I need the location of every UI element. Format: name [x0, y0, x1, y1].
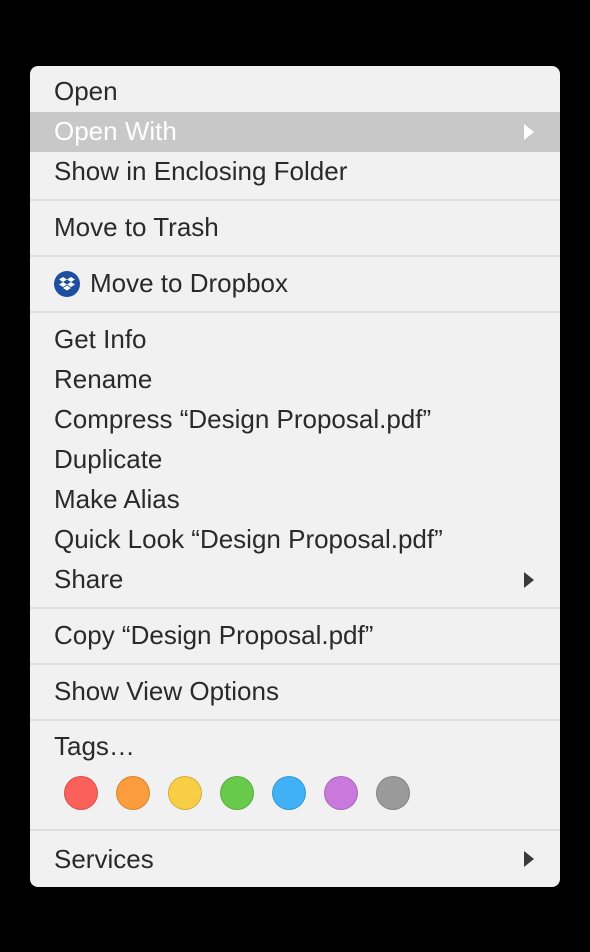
- menu-separator: [30, 663, 560, 665]
- menu-item-move-to-dropbox[interactable]: Move to Dropbox: [30, 264, 560, 304]
- tag-dot-red[interactable]: [64, 776, 98, 810]
- menu-item-label: Quick Look “Design Proposal.pdf”: [54, 524, 536, 555]
- tags-row: [54, 776, 536, 810]
- tags-section: Tags…: [30, 728, 560, 822]
- menu-item-open[interactable]: Open: [30, 72, 560, 112]
- menu-item-label: Show View Options: [54, 676, 536, 707]
- menu-item-share[interactable]: Share: [30, 560, 560, 600]
- menu-item-label: Rename: [54, 364, 536, 395]
- menu-item-copy[interactable]: Copy “Design Proposal.pdf”: [30, 616, 560, 656]
- menu-item-label: Share: [54, 564, 522, 595]
- menu-separator: [30, 311, 560, 313]
- menu-item-show-in-folder[interactable]: Show in Enclosing Folder: [30, 152, 560, 192]
- menu-item-label: Move to Dropbox: [90, 268, 536, 299]
- menu-item-label: Open: [54, 76, 536, 107]
- menu-item-services[interactable]: Services: [30, 838, 560, 881]
- menu-item-open-with[interactable]: Open With: [30, 112, 560, 152]
- menu-item-tags[interactable]: Tags…: [54, 731, 536, 762]
- menu-separator: [30, 719, 560, 721]
- tag-dot-yellow[interactable]: [168, 776, 202, 810]
- chevron-right-icon: [522, 850, 536, 868]
- chevron-right-icon: [522, 571, 536, 589]
- menu-item-move-to-trash[interactable]: Move to Trash: [30, 208, 560, 248]
- menu-item-label: Copy “Design Proposal.pdf”: [54, 620, 536, 651]
- menu-item-rename[interactable]: Rename: [30, 360, 560, 400]
- tag-dot-blue[interactable]: [272, 776, 306, 810]
- menu-item-label: Move to Trash: [54, 212, 536, 243]
- menu-item-label: Make Alias: [54, 484, 536, 515]
- dropbox-icon: [54, 271, 80, 297]
- tag-dot-gray[interactable]: [376, 776, 410, 810]
- menu-separator: [30, 255, 560, 257]
- chevron-right-icon: [522, 123, 536, 141]
- menu-item-label: Get Info: [54, 324, 536, 355]
- tag-dot-purple[interactable]: [324, 776, 358, 810]
- menu-item-make-alias[interactable]: Make Alias: [30, 480, 560, 520]
- context-menu: Open Open With Show in Enclosing Folder …: [30, 66, 560, 887]
- tag-dot-orange[interactable]: [116, 776, 150, 810]
- menu-separator: [30, 607, 560, 609]
- menu-separator: [30, 199, 560, 201]
- menu-item-get-info[interactable]: Get Info: [30, 320, 560, 360]
- menu-item-label: Services: [54, 844, 522, 875]
- menu-item-label: Open With: [54, 116, 522, 147]
- menu-item-show-view-options[interactable]: Show View Options: [30, 672, 560, 712]
- menu-item-label: Show in Enclosing Folder: [54, 156, 536, 187]
- menu-item-label: Compress “Design Proposal.pdf”: [54, 404, 536, 435]
- tag-dot-green[interactable]: [220, 776, 254, 810]
- menu-item-duplicate[interactable]: Duplicate: [30, 440, 560, 480]
- menu-item-label: Duplicate: [54, 444, 536, 475]
- menu-item-compress[interactable]: Compress “Design Proposal.pdf”: [30, 400, 560, 440]
- menu-item-quick-look[interactable]: Quick Look “Design Proposal.pdf”: [30, 520, 560, 560]
- menu-separator: [30, 829, 560, 831]
